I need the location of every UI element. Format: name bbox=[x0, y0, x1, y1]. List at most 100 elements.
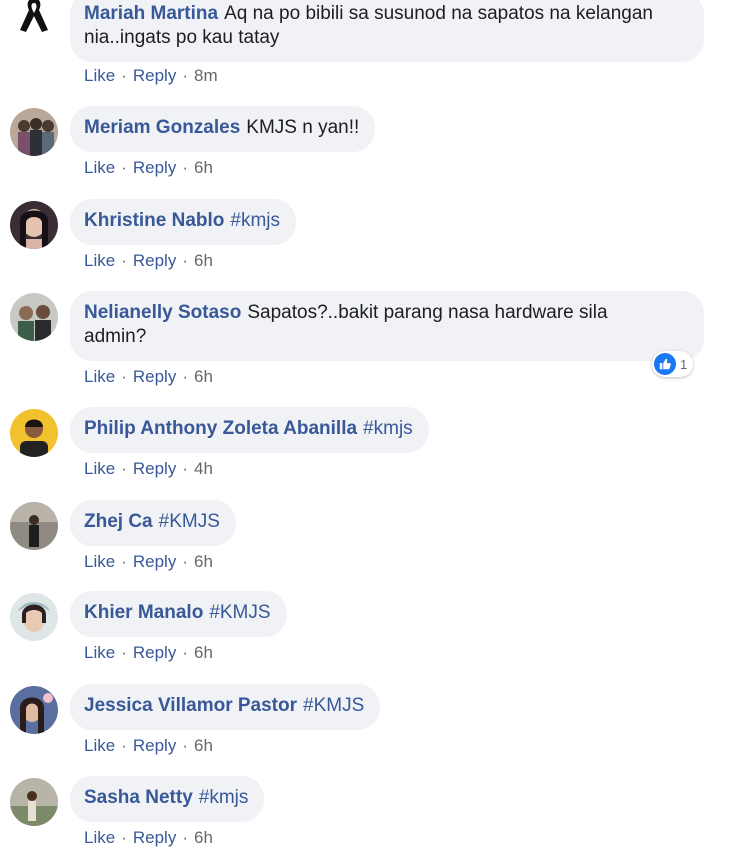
hashtag-link[interactable]: #kmjs bbox=[363, 418, 413, 439]
comment-time[interactable]: 6h bbox=[194, 643, 213, 662]
reply-link[interactable]: Reply bbox=[133, 643, 176, 662]
hashtag-link[interactable]: #KMJS bbox=[303, 695, 364, 716]
reaction-count[interactable]: 1 bbox=[652, 351, 694, 377]
avatar[interactable] bbox=[10, 686, 58, 734]
reply-link[interactable]: Reply bbox=[133, 736, 176, 755]
comment-text: KMJS n yan!! bbox=[246, 117, 360, 138]
comment-time[interactable]: 6h bbox=[194, 367, 213, 386]
comment-bubble: Khier Manalo #KMJS bbox=[70, 591, 287, 637]
comment-text-line2: nia..ingats po kau tatay bbox=[84, 27, 280, 48]
comment-bubble: Philip Anthony Zoleta Abanilla #kmjs bbox=[70, 407, 429, 453]
comment-bubble: Sasha Netty #kmjs bbox=[70, 776, 265, 822]
comment-author[interactable]: Meriam Gonzales bbox=[84, 117, 240, 138]
avatar[interactable] bbox=[10, 293, 58, 341]
comment-bubble: Jessica Villamor Pastor #KMJS bbox=[70, 684, 381, 730]
comment-time[interactable]: 6h bbox=[194, 251, 213, 270]
comment-bubble: Zhej Ca #KMJS bbox=[70, 500, 236, 546]
separator: · bbox=[121, 367, 127, 386]
separator: · bbox=[182, 459, 188, 478]
reply-link[interactable]: Reply bbox=[133, 158, 176, 177]
separator: · bbox=[182, 643, 188, 662]
reply-link[interactable]: Reply bbox=[133, 367, 176, 386]
reply-link[interactable]: Reply bbox=[133, 552, 176, 571]
comment-bubble: Khristine Nablo #kmjs bbox=[70, 199, 297, 245]
reply-link[interactable]: Reply bbox=[133, 459, 176, 478]
comment-bubble: Meriam Gonzales KMJS n yan!! bbox=[70, 106, 376, 152]
hashtag-link[interactable]: #KMJS bbox=[209, 602, 270, 623]
comment-time[interactable]: 6h bbox=[194, 158, 213, 177]
comment-actions: Like · Reply · 6h bbox=[84, 643, 213, 663]
separator: · bbox=[121, 552, 127, 571]
separator: · bbox=[121, 828, 127, 847]
separator: · bbox=[121, 643, 127, 662]
separator: · bbox=[121, 158, 127, 177]
like-link[interactable]: Like bbox=[84, 459, 115, 478]
comment-author[interactable]: Jessica Villamor Pastor bbox=[84, 695, 297, 716]
avatar[interactable] bbox=[10, 593, 58, 641]
comment-text-line1: Aq na po bibili sa susunod na sapatos na… bbox=[224, 3, 653, 24]
comment-time[interactable]: 6h bbox=[194, 828, 213, 847]
avatar[interactable] bbox=[10, 201, 58, 249]
comment-bubble: Nelianelly Sotaso Sapatos?..bakit parang … bbox=[70, 291, 704, 361]
separator: · bbox=[182, 251, 188, 270]
comment-author[interactable]: Nelianelly Sotaso bbox=[84, 302, 241, 323]
separator: · bbox=[182, 66, 188, 85]
comment-actions: Like · Reply · 6h bbox=[84, 367, 213, 387]
profile-photo bbox=[10, 778, 58, 826]
like-link[interactable]: Like bbox=[84, 158, 115, 177]
reply-link[interactable]: Reply bbox=[133, 251, 176, 270]
reply-link[interactable]: Reply bbox=[133, 66, 176, 85]
comment-time[interactable]: 8m bbox=[194, 66, 218, 85]
profile-photo bbox=[10, 686, 58, 734]
separator: · bbox=[182, 828, 188, 847]
reaction-number: 1 bbox=[680, 356, 688, 372]
comment-actions: Like · Reply · 6h bbox=[84, 552, 213, 572]
comment-time[interactable]: 6h bbox=[194, 736, 213, 755]
separator: · bbox=[182, 367, 188, 386]
like-link[interactable]: Like bbox=[84, 66, 115, 85]
comment-author[interactable]: Philip Anthony Zoleta Abanilla bbox=[84, 418, 357, 439]
comment-author[interactable]: Khier Manalo bbox=[84, 602, 203, 623]
separator: · bbox=[182, 736, 188, 755]
comment-actions: Like · Reply · 4h bbox=[84, 459, 213, 479]
avatar[interactable] bbox=[10, 778, 58, 826]
profile-photo bbox=[10, 502, 58, 550]
profile-photo bbox=[10, 293, 58, 341]
comment-text-line2: admin? bbox=[84, 326, 147, 347]
reply-link[interactable]: Reply bbox=[133, 828, 176, 847]
profile-photo bbox=[10, 409, 58, 457]
like-link[interactable]: Like bbox=[84, 367, 115, 386]
comment-text-line1: Sapatos?..bakit parang nasa hardware sil… bbox=[247, 302, 608, 323]
like-link[interactable]: Like bbox=[84, 828, 115, 847]
comment-time[interactable]: 4h bbox=[194, 459, 213, 478]
separator: · bbox=[121, 736, 127, 755]
avatar[interactable] bbox=[10, 108, 58, 156]
hashtag-link[interactable]: #KMJS bbox=[159, 511, 220, 532]
comment-time[interactable]: 6h bbox=[194, 552, 213, 571]
like-link[interactable]: Like bbox=[84, 552, 115, 571]
like-icon bbox=[654, 353, 676, 375]
hashtag-link[interactable]: #kmjs bbox=[199, 787, 249, 808]
separator: · bbox=[121, 459, 127, 478]
profile-photo bbox=[10, 593, 58, 641]
separator: · bbox=[182, 158, 188, 177]
like-link[interactable]: Like bbox=[84, 251, 115, 270]
comment-actions: Like · Reply · 6h bbox=[84, 736, 213, 756]
separator: · bbox=[121, 66, 127, 85]
like-link[interactable]: Like bbox=[84, 736, 115, 755]
comment-author[interactable]: Mariah Martina bbox=[84, 3, 218, 24]
profile-photo bbox=[10, 108, 58, 156]
hashtag-link[interactable]: #kmjs bbox=[230, 210, 280, 231]
avatar[interactable] bbox=[10, 409, 58, 457]
avatar[interactable] bbox=[10, 502, 58, 550]
separator: · bbox=[182, 552, 188, 571]
comment-author[interactable]: Sasha Netty bbox=[84, 787, 193, 808]
avatar[interactable] bbox=[10, 0, 58, 38]
comment-actions: Like · Reply · 8m bbox=[84, 66, 218, 86]
comment-bubble: Mariah Martina Aq na po bibili sa susunod… bbox=[70, 0, 704, 62]
like-link[interactable]: Like bbox=[84, 643, 115, 662]
separator: · bbox=[121, 251, 127, 270]
comment-author[interactable]: Zhej Ca bbox=[84, 511, 153, 532]
comment-author[interactable]: Khristine Nablo bbox=[84, 210, 224, 231]
profile-photo bbox=[10, 201, 58, 249]
